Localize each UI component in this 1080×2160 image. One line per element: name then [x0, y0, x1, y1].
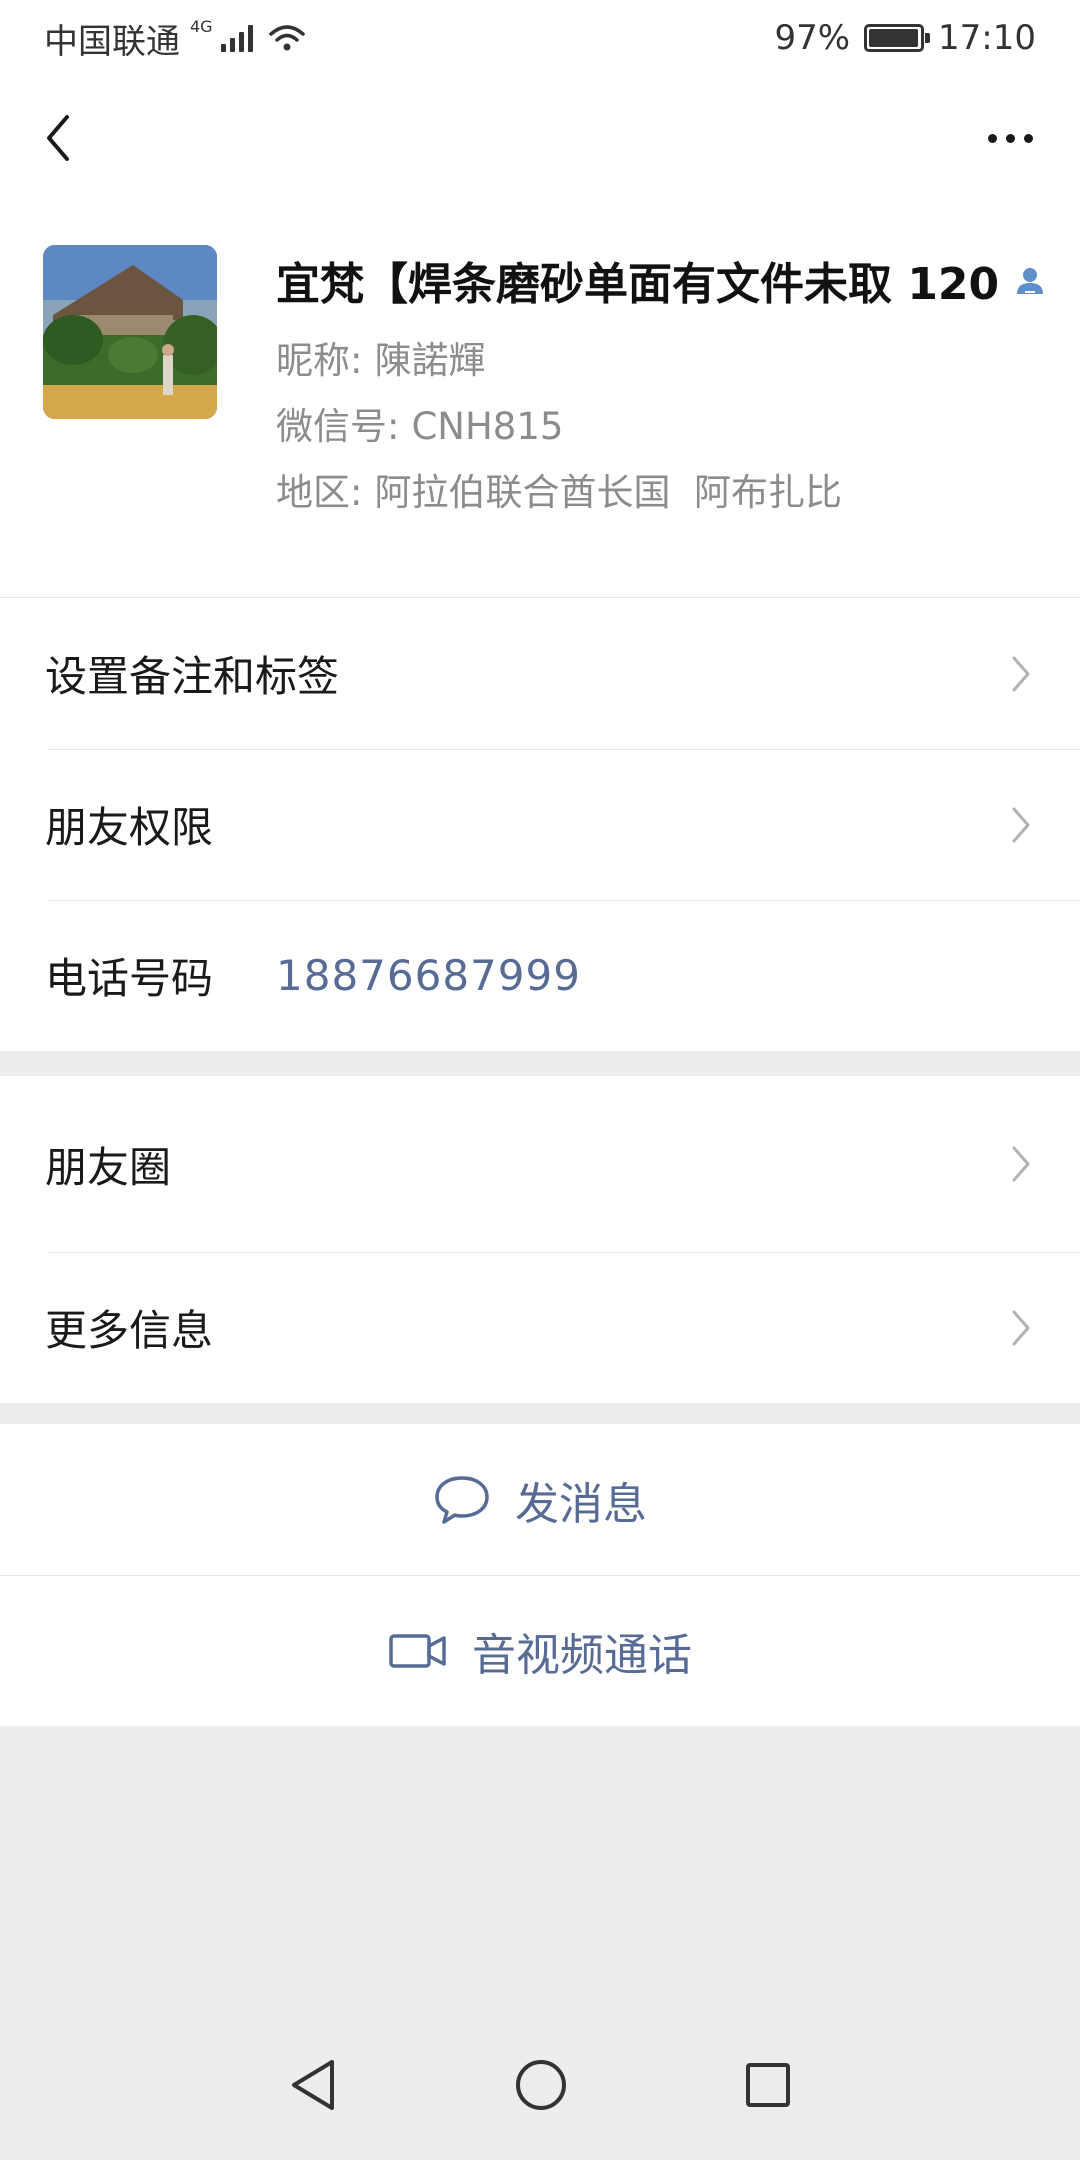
contact-person-icon: [1017, 268, 1044, 294]
nickname-label: 昵称:: [276, 339, 363, 382]
remark-tags-row[interactable]: 设置备注和标签: [0, 598, 1080, 749]
nav-recents-icon[interactable]: [744, 2061, 792, 2109]
battery-fill: [869, 29, 918, 47]
video-camera-icon: [389, 1633, 446, 1668]
send-message-button[interactable]: 发消息: [0, 1424, 1080, 1575]
back-button[interactable]: [28, 104, 88, 172]
chevron-right-icon: [1012, 1146, 1030, 1182]
profile-card: 宜梵【焊条磨砂单面有文件未取 120 昵称: 陳諾輝 微信号: CNH815 地区:…: [0, 198, 1080, 598]
wechat-id-value: CNH815: [411, 405, 564, 448]
nickname-line: 昵称: 陳諾輝: [276, 330, 485, 384]
nav-bar: [0, 76, 1080, 198]
chevron-right-icon: [1012, 807, 1030, 842]
wechat-id-label: 微信号:: [276, 405, 400, 448]
phone-label: 电话号码: [45, 954, 214, 1003]
battery-icon: [864, 24, 931, 52]
region-label: 地区:: [276, 471, 363, 514]
video-call-label: 音视频通话: [472, 1629, 692, 1681]
chat-bubble-icon: [435, 1475, 489, 1524]
nav-home-icon[interactable]: [514, 2058, 568, 2112]
contact-profile-page: 中国联通 4G 97% 17:10 宜梵【焊条磨砂单面有文件未取 120 昵称:…: [0, 0, 1080, 2160]
chevron-right-icon: [1012, 1310, 1030, 1345]
status-bar: 中国联通 4G 97% 17:10: [0, 0, 1080, 76]
moments-label: 朋友圈: [45, 1142, 172, 1192]
moments-row[interactable]: 朋友圈: [0, 1076, 1080, 1252]
friend-permissions-label: 朋友权限: [45, 803, 214, 852]
status-left: 中国联通 4G: [44, 14, 305, 63]
network-type: 4G: [190, 16, 213, 36]
phone-number-link[interactable]: 18876687999: [276, 951, 581, 1000]
chevron-left-icon: [47, 115, 69, 161]
more-dots-icon: [987, 133, 997, 143]
actions-section: 发消息 音视频通话: [0, 1424, 1080, 1726]
signal-icon: [220, 24, 253, 52]
chevron-right-icon: [1012, 656, 1030, 691]
remark-tags-label: 设置备注和标签: [45, 652, 340, 701]
settings-section: 设置备注和标签 朋友权限 电话号码 18876687999: [0, 598, 1080, 1051]
display-name: 宜梵【焊条磨砂单面有文件未取 120: [276, 259, 1000, 310]
avatar-image: [43, 245, 217, 419]
region-line: 地区: 阿拉伯联合酋长国 阿布扎比: [276, 462, 842, 516]
status-right: 97% 17:10: [774, 18, 1036, 58]
more-button[interactable]: [970, 104, 1050, 172]
nav-back-icon[interactable]: [288, 2058, 338, 2112]
name-row: 宜梵【焊条磨砂单面有文件未取 120: [276, 248, 1047, 312]
friend-permissions-row[interactable]: 朋友权限: [0, 749, 1080, 900]
video-call-button[interactable]: 音视频通话: [0, 1575, 1080, 1726]
nickname-value: 陳諾輝: [374, 339, 486, 382]
send-message-label: 发消息: [515, 1478, 647, 1530]
more-info-label: 更多信息: [45, 1306, 214, 1355]
clock: 17:10: [938, 18, 1036, 58]
carrier-name: 中国联通: [44, 21, 180, 62]
system-navigation-bar: [0, 2010, 1080, 2160]
battery-percent: 97%: [774, 18, 851, 58]
more-info-row[interactable]: 更多信息: [0, 1252, 1080, 1403]
wifi-icon: [268, 25, 305, 51]
avatar[interactable]: [43, 245, 217, 419]
wechat-id-line: 微信号: CNH815: [276, 396, 563, 450]
region-value: 阿拉伯联合酋长国 阿布扎比: [374, 471, 842, 514]
phone-row: 电话号码 18876687999: [0, 900, 1080, 1051]
more-section: 朋友圈 更多信息: [0, 1076, 1080, 1403]
